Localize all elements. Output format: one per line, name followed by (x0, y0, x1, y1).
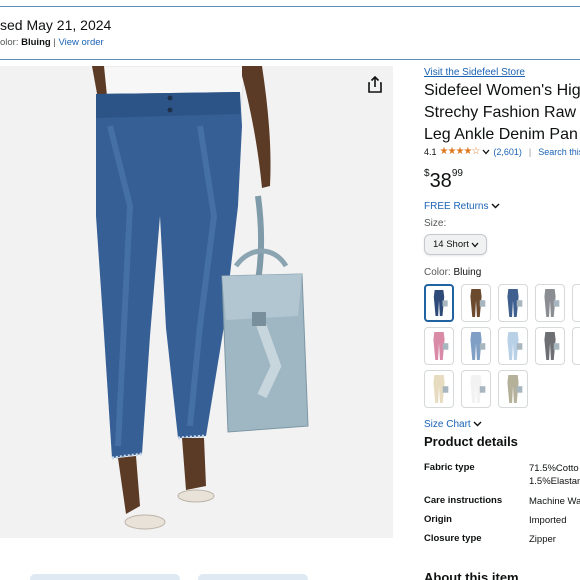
swatch-thumbnail (573, 328, 580, 364)
free-returns-link[interactable]: FREE Returns (424, 201, 500, 212)
color-label-prefix: Color: (424, 267, 454, 278)
chevron-down-icon (473, 421, 482, 427)
color-swatch[interactable] (424, 327, 454, 365)
size-dropdown[interactable]: 14 Short (424, 234, 487, 255)
thumbnail-strip[interactable] (198, 574, 308, 580)
product-title-line: Strechy Fashion Raw I (424, 104, 580, 121)
size-chart-label: Size Chart (424, 419, 471, 430)
color-swatch[interactable] (461, 284, 491, 322)
divider: | (528, 146, 532, 157)
swatch-thumbnail (573, 285, 580, 321)
swatch-thumbnail (470, 289, 486, 317)
product-details-heading: Product details (424, 434, 518, 449)
spec-value: Imported (529, 515, 567, 526)
chevron-down-icon (491, 203, 500, 209)
price-symbol: $ (424, 168, 430, 179)
product-title: Sidefeel Women's Hig Strechy Fashion Raw… (424, 80, 580, 146)
store-link[interactable]: Visit the Sidefeel Store (424, 67, 525, 78)
swatch-thumbnail (544, 332, 560, 360)
rating-count-link[interactable]: (2,601) (493, 147, 522, 157)
rating-value: 4.1 (424, 146, 437, 157)
share-icon (368, 75, 382, 93)
swatch-thumbnail (544, 289, 560, 317)
spec-key: Fabric type (424, 462, 475, 473)
swatch-thumbnail (433, 375, 449, 403)
color-swatch[interactable] (572, 327, 580, 365)
swatch-thumbnail (507, 289, 523, 317)
order-date: sed May 21, 2024 (0, 17, 112, 33)
color-swatch[interactable] (498, 370, 528, 408)
color-swatch[interactable] (424, 370, 454, 408)
free-returns-label: FREE Returns (424, 201, 489, 212)
order-color-prefix: olor: (0, 37, 22, 48)
swatch-thumbnail (433, 332, 449, 360)
color-swatch[interactable] (535, 284, 565, 322)
thumbnail-strip[interactable] (30, 574, 180, 580)
price-fraction: 99 (451, 168, 463, 179)
order-card: sed May 21, 2024 olor: Bluing | View ord… (0, 6, 580, 60)
color-swatch[interactable] (461, 370, 491, 408)
price: $3899 (424, 168, 463, 193)
chevron-down-icon (471, 242, 479, 248)
color-label-value: Bluing (453, 267, 482, 278)
spec-key: Origin (424, 514, 452, 525)
order-color-line: olor: Bluing | View order (0, 37, 104, 48)
star-rating-icon[interactable]: ★★★★☆ (440, 146, 481, 157)
product-title-line: Leg Ankle Denim Pan (424, 126, 578, 143)
swatch-thumbnail (433, 290, 448, 316)
size-selected-value: 14 Short (433, 239, 469, 250)
view-order-link[interactable]: View order (58, 37, 103, 48)
swatch-thumbnail (470, 375, 486, 403)
size-label: Size: (424, 218, 447, 229)
color-label: Color: Bluing (424, 267, 481, 278)
color-swatch[interactable] (498, 284, 528, 322)
color-swatch[interactable] (572, 284, 580, 322)
search-this-page-link[interactable]: Search this pa (538, 147, 580, 157)
price-whole: 38 (429, 170, 452, 192)
rating-row: 4.1 ★★★★☆ (2,601) | Search this pa (424, 146, 580, 157)
spec-value: Machine Wa (529, 496, 580, 507)
share-button[interactable] (364, 74, 386, 96)
about-this-item-heading: About this item (424, 570, 519, 580)
spec-value: 71.5%Cotto 1.5%Elastan (529, 462, 580, 488)
color-swatch[interactable] (461, 327, 491, 365)
spec-key: Care instructions (424, 495, 503, 506)
color-swatch[interactable] (498, 327, 528, 365)
size-chart-link[interactable]: Size Chart (424, 419, 482, 430)
color-swatch[interactable] (535, 327, 565, 365)
color-swatch[interactable] (424, 284, 454, 322)
spec-key: Closure type (424, 533, 482, 544)
product-photo (0, 65, 393, 538)
product-title-line: Sidefeel Women's Hig (424, 82, 580, 99)
product-image[interactable] (0, 65, 393, 538)
spec-value-line: 1.5%Elastan (529, 476, 580, 487)
order-color-value: Bluing (21, 37, 51, 48)
spec-value: Zipper (529, 534, 556, 545)
swatch-thumbnail (507, 332, 523, 360)
swatch-thumbnail (470, 332, 486, 360)
spec-value-line: 71.5%Cotto (529, 463, 579, 474)
chevron-down-icon[interactable] (482, 149, 490, 155)
swatch-thumbnail (507, 375, 523, 403)
